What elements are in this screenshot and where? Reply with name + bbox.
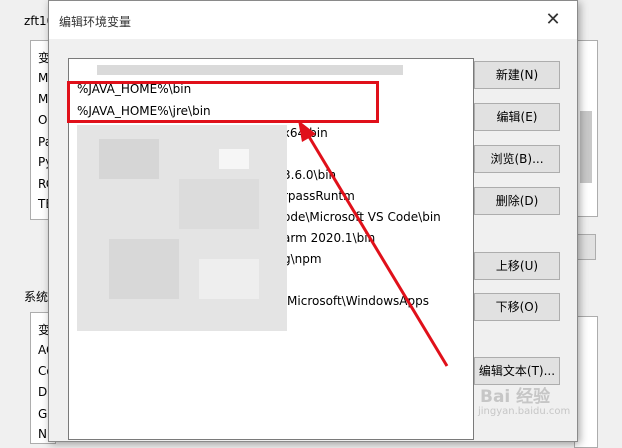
watermark-logo: Bai 经验 [480,387,551,407]
annotation-arrow [298,120,449,367]
arrow-head [298,120,316,142]
watermark-url: jingyan.baidu.com [478,406,571,417]
arrow-line [303,129,449,367]
